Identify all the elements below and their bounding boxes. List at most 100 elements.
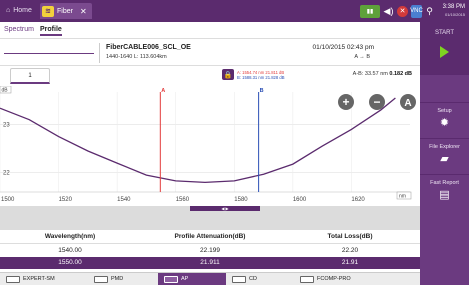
profile-curve [0,97,396,184]
zoom-out-icon: − [373,95,380,109]
fiber-tab[interactable]: ≋ Fiber ✕ [40,3,92,19]
cursor-b-label: B [260,88,264,94]
cursor-a-readout: A: 1554.74 nm 21.811 dB [237,69,285,75]
ap-label: AP [181,276,189,282]
fast-report-button[interactable]: Fast Report ▤ [420,174,469,210]
profile-chart[interactable]: 2322 1500 1520 1540 1560 1580 1600 1620 AB dB … [0,86,420,206]
right-sidebar: START Setup ✹ File Explorer ▰ Fast Repor… [420,22,469,285]
status-icons: ▮▮ ◀) ✕ VNC ⚲ 3:38 PM 01/10/2015 [360,2,465,20]
pmd-icon [94,276,108,283]
vnc-icon[interactable]: VNC [410,4,423,18]
location-icon[interactable]: ⚲ [425,5,434,18]
ap-icon [164,276,178,283]
report-icon: ▤ [439,189,450,201]
play-icon [440,46,449,58]
y-unit: dB [2,88,9,94]
tab-spectrum[interactable]: Spectrum [4,24,34,36]
cursor-a-label: A [161,88,165,94]
trace-scrollbar[interactable]: ◀ ▶ [0,206,420,230]
folder-icon: ▰ [440,153,449,165]
scrollbar-thumb[interactable]: ◀ ▶ [190,206,260,211]
fast-report-label: Fast Report [430,180,459,186]
cell-total-loss: 21.91 [341,259,359,266]
battery-icon: ▮▮ [360,4,380,18]
cell-attenuation: 22.199 [200,247,220,254]
file-explorer-label: File Explorer [429,144,460,150]
fcomp-pro-label: FCOMP-PRO [317,276,351,282]
blank-sidebar-slot [420,74,469,102]
file-explorer-button[interactable]: File Explorer ▰ [420,138,469,174]
thumbnail-line [4,53,94,54]
x-tick-label: 1600 [293,197,307,203]
setup-label: Setup [437,108,452,114]
clock: 3:38 PM 01/10/2015 [437,4,465,18]
fcomp-pro-button[interactable]: FCOMP-PRO [294,273,374,285]
cell-wavelength: 1540.00 [58,247,82,254]
cell-attenuation: 21.911 [200,259,220,266]
expert-sm-icon [6,276,20,283]
table-row[interactable]: 1540.00 22.199 22.20 [0,245,420,257]
cursor-info: 🔒 A: 1554.74 nm 21.811 dB B: 1588.31 nm … [222,69,285,80]
function-bar: EXPERT-SM PMD AP CD FCOMP-PRO [0,272,420,285]
alert-icon[interactable]: ✕ [397,5,408,17]
y-ticks: 23 22 [3,123,10,177]
auto-zoom-icon: A [404,98,411,109]
speaker-icon[interactable]: ◀) [383,5,394,18]
trace-tab-1[interactable]: 1 [10,68,50,84]
expert-sm-button[interactable]: EXPERT-SM [0,273,72,285]
cell-total-loss: 22.20 [341,247,359,254]
auto-zoom-button[interactable]: A [400,94,416,110]
x-tick-label: 1520 [59,197,73,203]
lock-icon[interactable]: 🔒 [222,69,234,80]
cd-label: CD [249,276,257,282]
x-tick-label: 1580 [234,197,248,203]
trace-tab-row: 1 🔒 A: 1554.74 nm 21.811 dB B: 1588.31 n… [0,66,420,86]
pmd-button[interactable]: PMD [88,273,156,285]
clock-date: 01/10/2015 [444,12,465,17]
cd-button[interactable]: CD [226,273,294,285]
top-bar: ⌂ Home ≋ Fiber ✕ ▮▮ ◀) ✕ VNC ⚲ 3:38 PM 0… [0,0,469,22]
cursor-readout: A: 1554.74 nm 21.811 dB B: 1588.31 nm 21… [237,70,285,80]
col-attenuation: Profile Attenuation(dB) [174,233,246,240]
x-tick-label: 1560 [176,197,190,203]
y-tick-label: 23 [3,123,10,129]
fiber-icon: ≋ [42,5,54,17]
ab-value: 0.182 dB [389,71,412,77]
gear-icon: ✹ [439,117,450,129]
tab-profile[interactable]: Profile [40,24,62,36]
home-icon: ⌂ [6,7,11,14]
cell-wavelength: 1550.00 [58,259,82,266]
x-tick-label: 1500 [1,197,15,203]
x-tick-label: 1540 [117,197,131,203]
ap-button[interactable]: AP [158,273,226,285]
x-ticks: 1500 1520 1540 1560 1580 1600 1620 [1,197,365,203]
home-tab-label: Home [13,7,32,14]
trace-thumbnail[interactable] [4,43,100,63]
fiber-tab-label: Fiber [57,7,73,15]
profile-graph[interactable]: 23 22 1500 1520 1540 1560 1580 1600 1620 AB dB … [0,86,420,206]
zoom-in-button[interactable]: + [338,94,354,110]
results-header: Wavelength(nm) Profile Attenuation(dB) T… [0,230,420,244]
expert-sm-label: EXPERT-SM [23,276,55,282]
cursor-b-readout: B: 1588.31 nm 21.828 dB [237,74,285,80]
col-wavelength: Wavelength(nm) [44,233,96,240]
home-tab[interactable]: ⌂ Home [2,3,36,19]
start-label: START [434,30,455,36]
results-table: Wavelength(nm) Profile Attenuation(dB) T… [0,230,420,272]
fiber-name: FiberCABLE006_SCL_OE [106,44,191,51]
measurement-date: 01/10/2015 02:43 pm [312,44,374,51]
close-icon[interactable]: ✕ [80,7,87,16]
fcomp-pro-icon [300,276,314,283]
x-unit: nm [399,194,406,200]
start-button[interactable]: START [420,22,469,74]
zoom-in-icon: + [342,95,349,109]
col-total-loss: Total Loss(dB) [327,233,373,240]
range-info: 1440-1640 L: 113.604km [106,54,167,60]
measurement-header: FiberCABLE006_SCL_OE 1440-1640 L: 113.60… [0,38,420,66]
cd-icon [232,276,246,283]
y-tick-label: 22 [3,171,10,177]
ab-label: A-B: 33.57 nm [352,71,388,77]
table-row-selected[interactable]: 1550.00 21.911 21.91 [0,257,420,269]
zoom-out-button[interactable]: − [369,94,385,110]
setup-button[interactable]: Setup ✹ [420,102,469,138]
